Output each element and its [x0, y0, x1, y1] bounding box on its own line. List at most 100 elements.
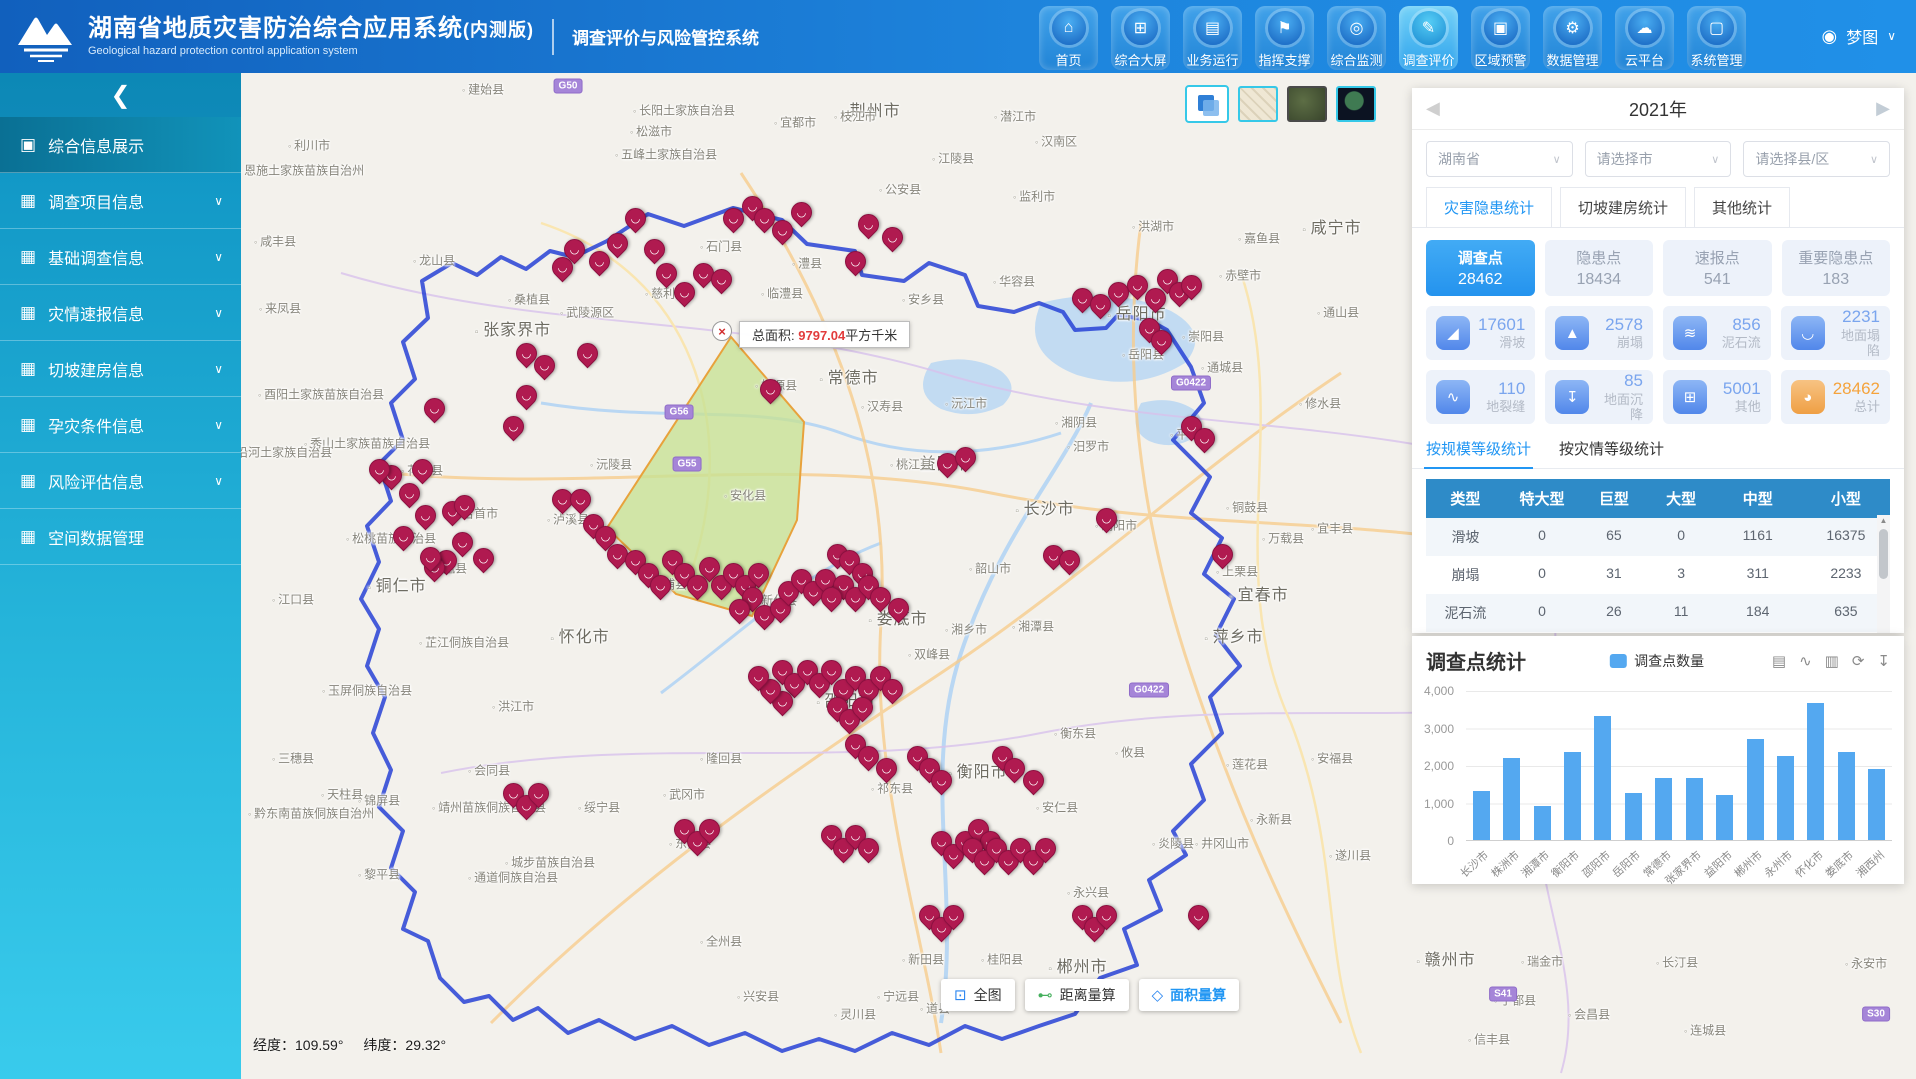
landslide-glyph-icon: ◡: [1091, 295, 1110, 314]
measure-tool-button[interactable]: ⊡ 全图: [941, 979, 1015, 1011]
next-year-button[interactable]: ▶: [1872, 98, 1894, 119]
chart-tool-icon[interactable]: ∿: [1799, 652, 1812, 670]
measure-tool-button[interactable]: ⊷ 距离量算: [1025, 979, 1129, 1011]
summary-card[interactable]: 隐患点 18434: [1545, 240, 1654, 296]
bar[interactable]: [1686, 778, 1703, 840]
bar[interactable]: [1473, 791, 1490, 840]
bar[interactable]: [1503, 758, 1520, 841]
map-place-label: 连城县: [1684, 1022, 1726, 1039]
username: 梦图: [1846, 24, 1878, 48]
nav-item[interactable]: ⊞ 综合大屏: [1111, 6, 1170, 70]
table-header-cell: 中型: [1714, 479, 1802, 518]
sidebar-menu-item[interactable]: ▦ 空间数据管理 ∨: [0, 509, 241, 565]
landslide-glyph-icon: ◡: [1060, 551, 1079, 570]
hazard-type-icon: ↧: [1555, 380, 1589, 414]
summary-card[interactable]: 重要隐患点 183: [1782, 240, 1891, 296]
nav-item[interactable]: ◎ 综合监测: [1327, 6, 1386, 70]
sidebar-menu-item[interactable]: ▦ 基础调查信息 ∨: [0, 229, 241, 285]
hazard-type-value: 2578: [1597, 315, 1643, 335]
sidebar-menu-item[interactable]: ▦ 切坡建房信息 ∨: [0, 341, 241, 397]
summary-card[interactable]: 调查点 28462: [1426, 240, 1535, 296]
bar[interactable]: [1838, 752, 1855, 840]
stats-tab[interactable]: 其他统计: [1694, 187, 1790, 227]
chevron-down-icon: ∨: [1887, 29, 1896, 43]
sidebar-menu-item[interactable]: ▦ 孕灾条件信息 ∨: [0, 397, 241, 453]
bar[interactable]: [1625, 793, 1642, 840]
hazard-type-card[interactable]: ∿ 110 地裂缝: [1426, 370, 1535, 424]
bar[interactable]: [1594, 716, 1611, 840]
chart-tool-icon[interactable]: ▤: [1772, 652, 1786, 670]
table-subtab[interactable]: 按灾情等级统计: [1559, 438, 1664, 468]
stats-tab[interactable]: 灾害隐患统计: [1426, 187, 1552, 227]
bar-slot: [1527, 691, 1557, 840]
table-scrollbar[interactable]: ▲ ▼: [1877, 515, 1890, 633]
hazard-type-value: 110: [1478, 379, 1525, 399]
map-place-label: 江口县: [272, 591, 314, 608]
landslide-glyph-icon: ◡: [535, 356, 554, 375]
hazard-type-label: 其他: [1715, 400, 1761, 415]
hazard-type-card[interactable]: ▲ 2578 崩塌: [1545, 306, 1653, 360]
hazard-type-card[interactable]: ↧ 85 地面沉降: [1545, 370, 1653, 424]
region-select-value: 湖南省: [1438, 149, 1480, 169]
bar[interactable]: [1534, 806, 1551, 840]
nav-item[interactable]: ⌂ 首页: [1039, 6, 1098, 70]
nav-item[interactable]: ⚙ 数据管理: [1543, 6, 1602, 70]
landslide-glyph-icon: ◡: [755, 209, 774, 228]
scale-statistics-table: 类型特大型巨型大型中型小型 滑坡 0 65 0 1161 16375 崩塌 0 …: [1426, 479, 1890, 633]
table-subtab[interactable]: 按规模等级统计: [1426, 438, 1531, 468]
sidebar-menu-item[interactable]: ▦ 灾情速报信息 ∨: [0, 285, 241, 341]
stats-tab[interactable]: 切坡建房统计: [1560, 187, 1686, 227]
hazard-type-cards: ◢ 17601 滑坡 ▲ 2578 崩塌 ≋ 856 泥石流 ◡: [1412, 296, 1904, 424]
hazard-type-card[interactable]: ◢ 17601 滑坡: [1426, 306, 1535, 360]
sidebar-collapse-button[interactable]: ❮: [0, 73, 241, 117]
nav-item[interactable]: ▤ 业务运行: [1183, 6, 1242, 70]
scroll-up-icon[interactable]: ▲: [1880, 515, 1888, 527]
hazard-type-card[interactable]: ⊞ 5001 其他: [1663, 370, 1771, 424]
globe-basemap-thumbnail[interactable]: [1336, 86, 1376, 122]
bar[interactable]: [1807, 703, 1824, 840]
region-select[interactable]: 湖南省 ∨: [1426, 141, 1573, 177]
layers-button[interactable]: [1185, 85, 1229, 123]
landslide-glyph-icon: ◡: [1005, 759, 1024, 778]
chart-legend[interactable]: 调查点数量: [1610, 651, 1704, 671]
sidebar-menu-item[interactable]: ▦ 调查项目信息 ∨: [0, 173, 241, 229]
map-place-label: 沅陵县: [590, 456, 632, 473]
sidebar-menu-item[interactable]: ▦ 风险评估信息 ∨: [0, 453, 241, 509]
scrollbar-thumb[interactable]: [1879, 529, 1888, 579]
summary-card[interactable]: 速报点 541: [1663, 240, 1772, 296]
measure-start-marker[interactable]: ×: [712, 321, 732, 341]
nav-item[interactable]: ✎ 调查评价: [1399, 6, 1458, 70]
chart-title: 调查点统计: [1426, 646, 1526, 675]
prev-year-button[interactable]: ◀: [1422, 98, 1444, 119]
landslide-glyph-icon: ◡: [651, 576, 670, 595]
table-row: 崩塌 0 31 3 311 2233: [1426, 556, 1890, 594]
hazard-type-card[interactable]: ◡ 2231 地面塌陷: [1781, 306, 1890, 360]
nav-item[interactable]: ⚑ 指挥支撑: [1255, 6, 1314, 70]
nav-item[interactable]: ☁ 云平台: [1615, 6, 1674, 70]
region-select[interactable]: 请选择市 ∨: [1585, 141, 1732, 177]
chart-tool-icon[interactable]: ▥: [1825, 652, 1839, 670]
region-select[interactable]: 请选择县/区 ∨: [1743, 141, 1890, 177]
longitude-readout: 经度：109.59°: [253, 1035, 343, 1055]
satellite-basemap-thumbnail[interactable]: [1287, 86, 1327, 122]
bar[interactable]: [1655, 778, 1672, 840]
bar[interactable]: [1868, 769, 1885, 840]
bar[interactable]: [1716, 795, 1733, 840]
nav-item[interactable]: ▢ 系统管理: [1687, 6, 1746, 70]
chart-tool-icon[interactable]: ↧: [1877, 652, 1890, 670]
chart-toolbar: ▤ ∿ ▥ ⟳ ↧: [1772, 652, 1890, 670]
hazard-type-card[interactable]: ≋ 856 泥石流: [1663, 306, 1771, 360]
landslide-glyph-icon: ◡: [700, 558, 719, 577]
sidebar-menu-item[interactable]: ▣ 综合信息展示 ∨: [0, 117, 241, 173]
user-menu[interactable]: ◉ 梦图 ∨: [1821, 24, 1896, 48]
bar[interactable]: [1564, 752, 1581, 840]
landslide-glyph-icon: ◡: [846, 252, 865, 271]
chart-tool-icon[interactable]: ⟳: [1852, 652, 1865, 670]
nav-item[interactable]: ▣ 区域预警: [1471, 6, 1530, 70]
x-axis-tick: 长沙市: [1457, 847, 1492, 881]
bar[interactable]: [1777, 756, 1794, 840]
street-basemap-thumbnail[interactable]: [1238, 86, 1278, 122]
hazard-type-card[interactable]: ◕ 28462 总计: [1781, 370, 1890, 424]
measure-tool-button[interactable]: ◇ 面积量算: [1139, 979, 1240, 1011]
bar[interactable]: [1747, 739, 1764, 840]
